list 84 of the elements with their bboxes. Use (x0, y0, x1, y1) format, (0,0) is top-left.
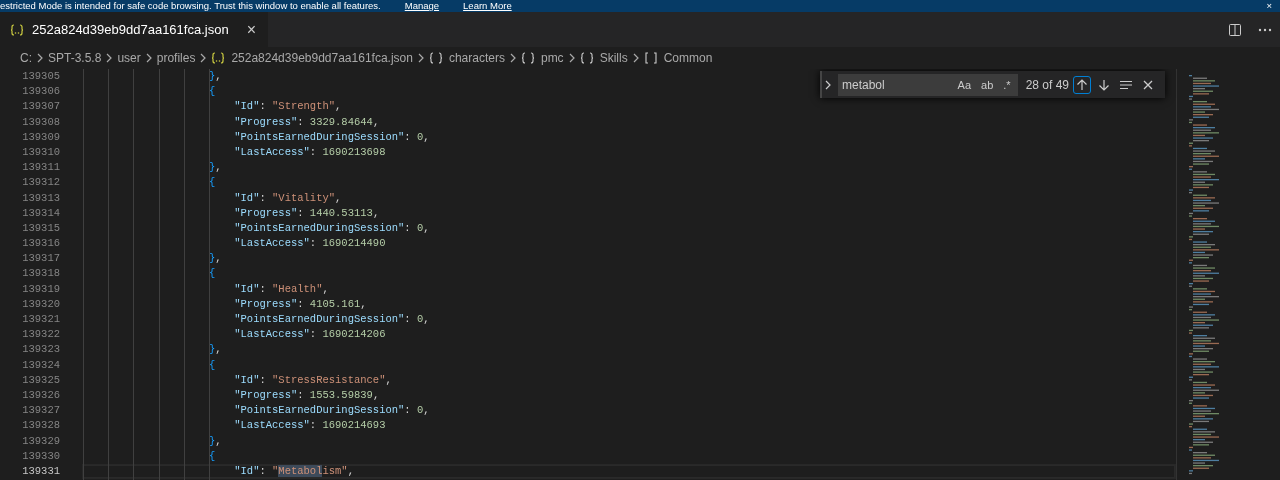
json-file-icon (10, 23, 24, 36)
find-option-toggle[interactable]: .* (1000, 75, 1014, 94)
line-number: 139325 (21, 372, 61, 388)
line-number: 139314 (21, 205, 61, 221)
code-line: }, (208, 161, 223, 175)
line-number: 139330 (21, 448, 61, 464)
close-banner-button[interactable]: × (1266, 0, 1272, 12)
line-number: 139331 (21, 463, 61, 479)
code-line: "PointsEarnedDuringSession": 0, (233, 130, 431, 144)
line-number: 139326 (21, 387, 61, 403)
find-option-toggle[interactable]: Aa (954, 75, 975, 94)
line-number: 139323 (21, 342, 61, 358)
line-number: 139307 (21, 99, 61, 115)
line-number: 139329 (21, 433, 61, 449)
code-line: "Id": "Vitality", (233, 191, 343, 205)
code-line: "PointsEarnedDuringSession": 0, (233, 221, 431, 236)
braces-icon (520, 52, 535, 64)
breadcrumb-item[interactable]: 252a824d39eb9dd7aa161fca.json (231, 49, 413, 67)
code-line: { (208, 176, 217, 190)
line-number: 139322 (21, 327, 61, 343)
line-number: 139311 (21, 160, 61, 176)
breadcrumb-item[interactable]: Skills (599, 49, 628, 67)
breadcrumb-item[interactable]: profiles (156, 49, 196, 67)
code-line: "LastAccess": 1690214206 (233, 328, 387, 342)
find-option-toggle[interactable]: ab (978, 75, 997, 94)
code-line: "PointsEarnedDuringSession": 0, (233, 313, 431, 327)
breadcrumb-item[interactable]: characters (448, 49, 505, 67)
code-line: }, (208, 434, 223, 448)
tab-label: 252a824d39eb9dd7aa161fca.json (32, 20, 229, 39)
code-line: "Progress": 4105.161, (233, 297, 368, 311)
breadcrumb-item[interactable]: user (117, 49, 141, 67)
code-line: }, (208, 70, 223, 84)
code-line: "LastAccess": 1690214693 (233, 419, 387, 433)
code-line: "Progress": 1440.53113, (233, 206, 381, 220)
arrow-up-icon (1075, 77, 1089, 92)
line-number: 139309 (21, 129, 61, 145)
code-line: { (208, 449, 217, 463)
editor-tab[interactable]: 252a824d39eb9dd7aa161fca.json × (0, 12, 268, 47)
code-line: "PointsEarnedDuringSession": 0, (233, 404, 431, 418)
line-number: 139316 (21, 236, 61, 252)
banner-message: estricted Mode is intended for safe code browsing. Trust this window to enable all features. (0, 0, 381, 12)
breadcrumb-item[interactable]: Common (663, 49, 713, 67)
code-line: { (208, 267, 217, 281)
braces-icon (428, 52, 443, 64)
line-number: 139327 (21, 403, 61, 419)
line-number: 139318 (21, 266, 61, 282)
breadcrumb-item[interactable]: C: (20, 49, 32, 67)
close-tab-button[interactable]: × (244, 21, 258, 38)
code-line: { (208, 358, 217, 372)
code-line: "Progress": 1553.59839, (233, 388, 381, 403)
line-number: 139313 (21, 190, 61, 206)
breadcrumb-item[interactable]: pmc (540, 49, 564, 67)
code-line: "Progress": 3329.84644, (233, 115, 381, 129)
line-number: 139324 (21, 357, 61, 373)
line-number: 139308 (21, 114, 61, 130)
code-line: "LastAccess": 1690213698 (233, 145, 387, 160)
previous-match-button[interactable] (1073, 75, 1091, 94)
json-file-icon (211, 52, 226, 64)
braces-icon (579, 52, 594, 64)
line-number: 139306 (21, 84, 61, 100)
code-line: "Id": "Strength", (233, 100, 343, 114)
split-editor-icon[interactable] (1228, 22, 1242, 37)
code-line: }, (208, 252, 223, 266)
code-line: "LastAccess": 1690214490 (233, 237, 387, 251)
line-number: 139315 (21, 220, 61, 236)
line-number: 139328 (21, 418, 61, 434)
line-number: 139321 (21, 312, 61, 327)
code-line: "Id": "Health", (233, 282, 330, 296)
banner-link[interactable]: Learn More (463, 0, 512, 12)
code-line: "Id": "StressResistance", (233, 373, 393, 387)
brackets-icon (643, 52, 658, 64)
line-number: 139312 (21, 175, 61, 191)
breadcrumb-item[interactable]: SPT-3.5.8 (48, 49, 102, 67)
match-count: 28 of 49 (1025, 76, 1069, 94)
code-line: "Id": "Metabolism", (233, 464, 355, 479)
find-input-field[interactable]: metabol Aa ab .* (838, 73, 1018, 96)
line-number: 139317 (21, 251, 61, 267)
code-line: }, (208, 343, 223, 357)
arrow-down-icon (1097, 77, 1111, 92)
line-number: 139319 (21, 281, 61, 297)
banner-link[interactable]: Manage (404, 0, 440, 12)
line-number: 139305 (21, 69, 61, 84)
line-number: 139310 (21, 144, 61, 160)
line-number: 139320 (21, 296, 61, 312)
